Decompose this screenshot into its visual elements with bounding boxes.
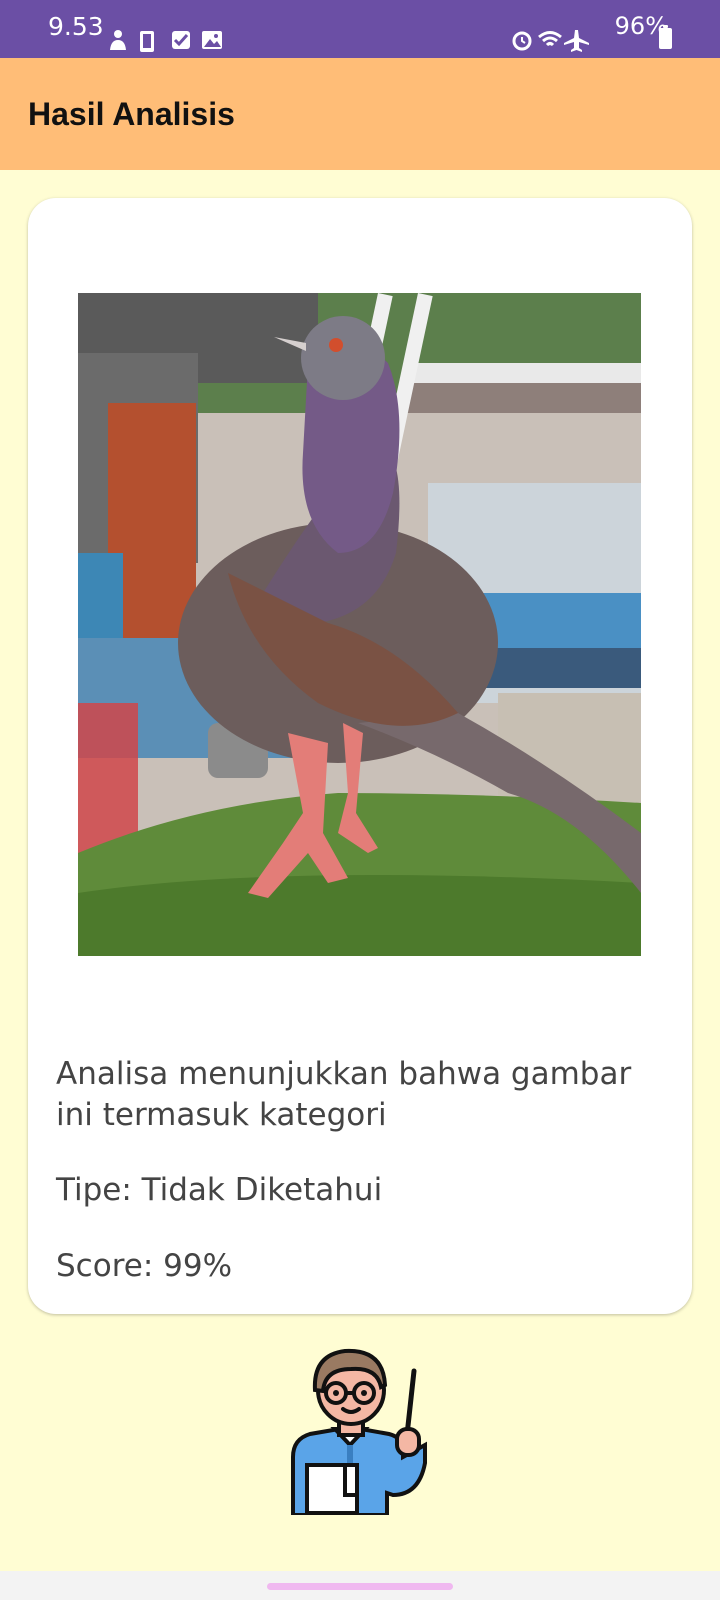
phone-icon [140,31,154,52]
status-left-icons [110,30,222,52]
status-time: 9.53 [48,12,104,41]
alarm-icon [512,31,532,51]
wifi-icon [538,31,562,47]
gallery-icon [202,31,222,49]
analysis-result-text: Analisa menunjukkan bahwa gambar ini ter… [56,1056,632,1133]
pigeon-photo [78,293,641,956]
airplane-icon [564,30,589,52]
score-label: Score: 99% [56,1248,233,1284]
status-bar: 9.53 96% [0,0,720,58]
navigation-bar [0,1571,720,1600]
home-handle[interactable] [267,1583,453,1590]
app-bar: Hasil Analisis [0,58,720,170]
page-title: Hasil Analisis [28,96,235,132]
battery-icon [659,25,672,49]
checkbox-icon [172,31,190,49]
type-label: Tipe: Tidak Diketahui [56,1172,383,1208]
result-card: Analisa menunjukkan bahwa gambar ini ter… [28,198,692,1314]
status-right-icons [512,30,589,52]
notification-icon [110,30,126,50]
teacher-icon [291,1348,427,1515]
